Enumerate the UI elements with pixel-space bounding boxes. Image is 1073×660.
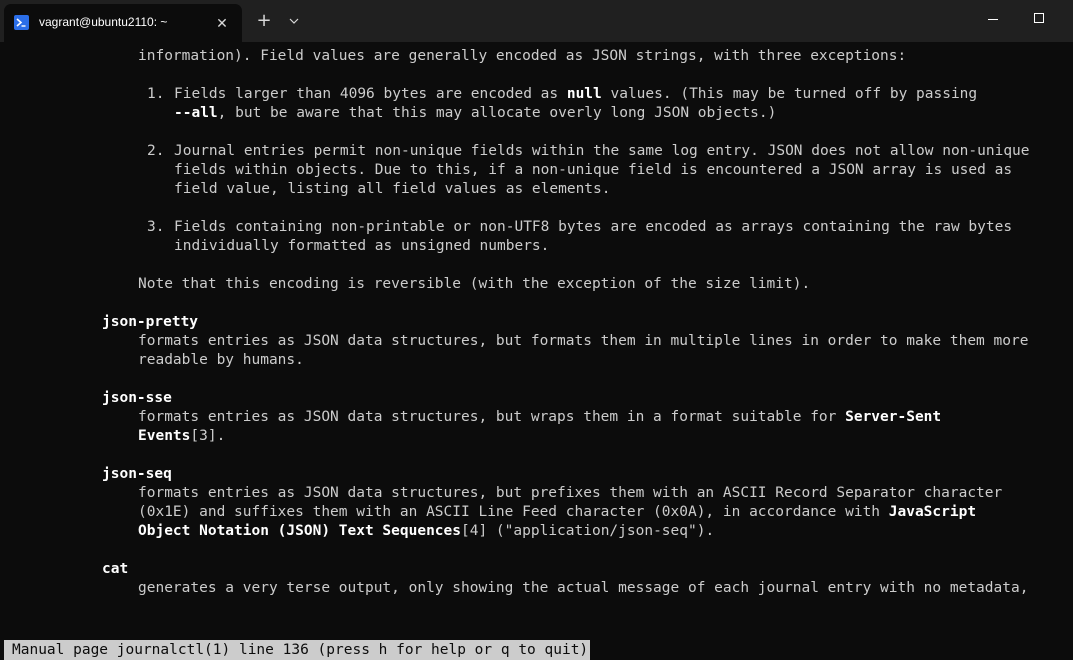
text-line: Fields containing non-printable or non-U… xyxy=(174,219,1013,235)
list-number: 1. xyxy=(147,86,165,102)
option-heading: json-sse xyxy=(102,390,172,406)
text-line: Object Notation (JSON) Text Sequences[4]… xyxy=(138,523,715,539)
text-line: field value, listing all field values as… xyxy=(174,181,611,197)
text-line: (0x1E) and suffixes them with an ASCII L… xyxy=(138,504,977,520)
text-line: formats entries as JSON data structures,… xyxy=(138,409,942,425)
chevron-down-icon[interactable] xyxy=(283,9,305,33)
text-line: --all, but be aware that this may alloca… xyxy=(174,105,777,121)
option-heading: json-seq xyxy=(102,466,172,482)
text-line: Fields larger than 4096 bytes are encode… xyxy=(174,86,978,102)
text-line: Journal entries permit non-unique fields… xyxy=(174,143,1030,159)
text-line: individually formatted as unsigned numbe… xyxy=(174,238,550,254)
text-line: readable by humans. xyxy=(138,352,304,368)
title-bar: vagrant@ubuntu2110: ~ ✕ + xyxy=(0,0,1073,42)
text-line: Note that this encoding is reversible (w… xyxy=(138,276,811,292)
tab-title: vagrant@ubuntu2110: ~ xyxy=(39,15,168,29)
terminal-tab[interactable]: vagrant@ubuntu2110: ~ ✕ xyxy=(4,4,242,42)
text-line: formats entries as JSON data structures,… xyxy=(138,485,1003,501)
new-tab-button[interactable]: + xyxy=(252,9,276,33)
close-tab-icon[interactable]: ✕ xyxy=(210,12,234,36)
text-line: information). Field values are generally… xyxy=(138,48,907,64)
minimize-icon[interactable] xyxy=(970,0,1016,38)
terminal-output[interactable]: information). Field values are generally… xyxy=(0,42,1073,660)
list-number: 3. xyxy=(147,219,165,235)
powershell-icon xyxy=(14,15,29,30)
text-line: Events[3]. xyxy=(138,428,226,444)
text-line: generates a very terse output, only show… xyxy=(138,580,1029,596)
text-line: fields within objects. Due to this, if a… xyxy=(174,162,1013,178)
pager-status-bar: Manual page journalctl(1) line 136 (pres… xyxy=(4,640,591,660)
list-number: 2. xyxy=(147,143,165,159)
option-heading: cat xyxy=(102,561,129,577)
maximize-icon[interactable] xyxy=(1016,0,1062,38)
text-line: formats entries as JSON data structures,… xyxy=(138,333,1029,349)
option-heading: json-pretty xyxy=(102,314,199,330)
